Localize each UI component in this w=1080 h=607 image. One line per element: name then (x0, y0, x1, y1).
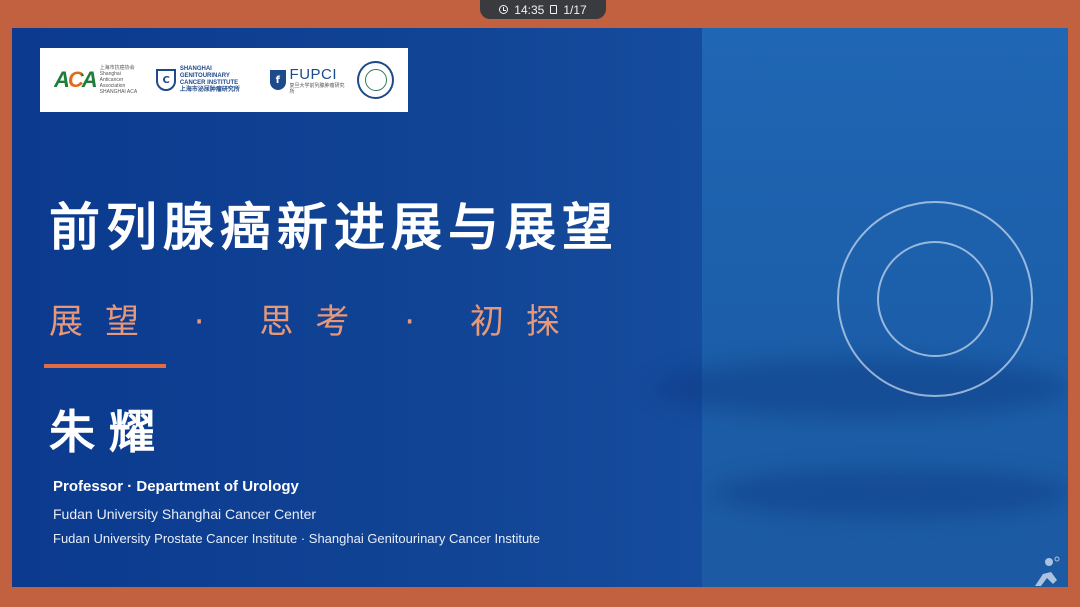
fupci-logo-sub: 复旦大学前列腺肿瘤研究所 (289, 82, 345, 95)
fupci-logo: f FUPCI 复旦大学前列腺肿瘤研究所 (270, 66, 347, 95)
aca-logo: ACA 上海市抗癌协会 Shanghai Anticancer Associat… (54, 65, 146, 95)
presenter-role: Professor · Department of Urology (53, 478, 299, 495)
presenter-affiliation-primary: Fudan University Shanghai Cancer Center (53, 506, 317, 522)
time-readout: 14:35 (514, 2, 545, 17)
shield-icon: f (270, 70, 286, 90)
presentation-status-pill[interactable]: 14:35 1/17 (480, 0, 606, 19)
university-seal-icon (357, 61, 394, 99)
presenter-affiliation-secondary: Fudan University Prostate Cancer Institu… (53, 531, 541, 546)
page-icon (550, 5, 558, 14)
shield-icon: C (156, 69, 176, 91)
sgci-logo: C SHANGHAI GENITOURINARY CANCER INSTITUT… (156, 66, 260, 94)
decorative-ring-inner (877, 241, 993, 357)
presenter-name: 朱耀 (49, 405, 169, 459)
slide-subtitle: 展望 · 思考 · 初探 (49, 302, 582, 342)
runner-figure-icon (1035, 556, 1060, 586)
accent-divider (44, 364, 166, 368)
fupci-logo-mark: FUPCI (289, 65, 338, 83)
aca-logo-mark: ACA (54, 67, 98, 92)
sgci-logo-text: SHANGHAI GENITOURINARY CANCER INSTITUTE … (179, 66, 240, 93)
aca-logo-text: 上海市抗癌协会 Shanghai Anticancer Association … (99, 65, 138, 95)
slide-title: 前列腺癌新进展与展望 (49, 199, 620, 258)
page-counter: 1/17 (563, 2, 587, 17)
background-wave (652, 358, 1068, 418)
slide-canvas: ACA 上海市抗癌协会 Shanghai Anticancer Associat… (12, 28, 1068, 587)
logo-bar: ACA 上海市抗癌协会 Shanghai Anticancer Associat… (40, 48, 408, 112)
clock-icon (499, 5, 509, 14)
watermark-logo (975, 556, 1070, 592)
background-wave (712, 468, 1068, 518)
